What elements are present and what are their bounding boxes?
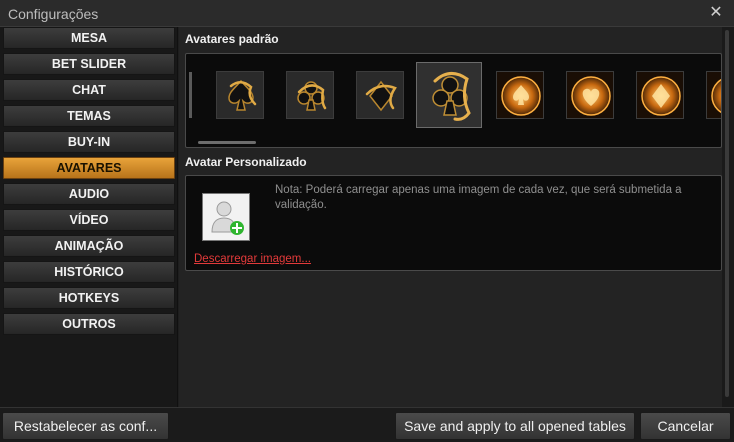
sidebar-item-hotkeys[interactable]: HOTKEYS — [3, 287, 175, 309]
sidebar-item-temas[interactable]: TEMAS — [3, 105, 175, 127]
avatars-horizontal-scrollbar[interactable] — [198, 141, 256, 144]
sidebar-item-outros[interactable]: OUTROS — [3, 313, 175, 335]
custom-avatar-heading: Avatar Personalizado — [185, 155, 307, 169]
gold-club-dragon-large-icon[interactable] — [416, 62, 482, 128]
glowing-heart-coin-icon[interactable] — [566, 71, 614, 119]
glowing-diamond-coin-icon[interactable] — [636, 71, 684, 119]
sidebar-item-avatares[interactable]: AVATARES — [3, 157, 175, 179]
sidebar-item-audio[interactable]: AUDIO — [3, 183, 175, 205]
glowing-coin-partial-icon[interactable] — [706, 71, 721, 119]
scroll-edge — [189, 72, 192, 118]
sidebar-item-chat[interactable]: CHAT — [3, 79, 175, 101]
window-title: Configurações — [8, 6, 99, 22]
upload-note: Nota: Poderá carregar apenas uma imagem … — [275, 184, 682, 211]
sidebar-item-bet-slider[interactable]: BET SLIDER — [3, 53, 175, 75]
reset-settings-button[interactable]: Restabelecer as conf... — [2, 412, 169, 440]
custom-avatar-panel: Nota: Poderá carregar apenas uma imagem … — [185, 175, 722, 271]
user-add-icon[interactable] — [202, 193, 250, 241]
gold-spade-dragon-icon[interactable] — [216, 71, 264, 119]
close-icon[interactable]: ✕ — [708, 5, 724, 21]
vertical-scrollbar-thumb[interactable] — [725, 30, 729, 397]
gold-diamond-dragon-icon[interactable] — [356, 71, 404, 119]
sidebar-item-historico[interactable]: HISTÓRICO — [3, 261, 175, 283]
sidebar-item-mesa[interactable]: MESA — [3, 27, 175, 49]
settings-content: Avatares padrão Avatar Personalizado Not… — [179, 27, 734, 407]
sidebar-item-video[interactable]: VÍDEO — [3, 209, 175, 231]
default-avatars-heading: Avatares padrão — [185, 32, 279, 46]
settings-sidebar: MESA BET SLIDER CHAT TEMAS BUY-IN AVATAR… — [0, 27, 178, 407]
default-avatars-panel — [185, 53, 722, 148]
sidebar-item-buy-in[interactable]: BUY-IN — [3, 131, 175, 153]
save-apply-all-button[interactable]: Save and apply to all opened tables — [395, 412, 635, 440]
glowing-spade-coin-icon[interactable] — [496, 71, 544, 119]
cancel-button[interactable]: Cancelar — [640, 412, 731, 440]
gold-club-dragon-icon[interactable] — [286, 71, 334, 119]
title-bar: Configurações ✕ — [0, 0, 734, 27]
sidebar-item-animacao[interactable]: ANIMAÇÃO — [3, 235, 175, 257]
download-image-link[interactable]: Descarregar imagem... — [194, 253, 311, 265]
